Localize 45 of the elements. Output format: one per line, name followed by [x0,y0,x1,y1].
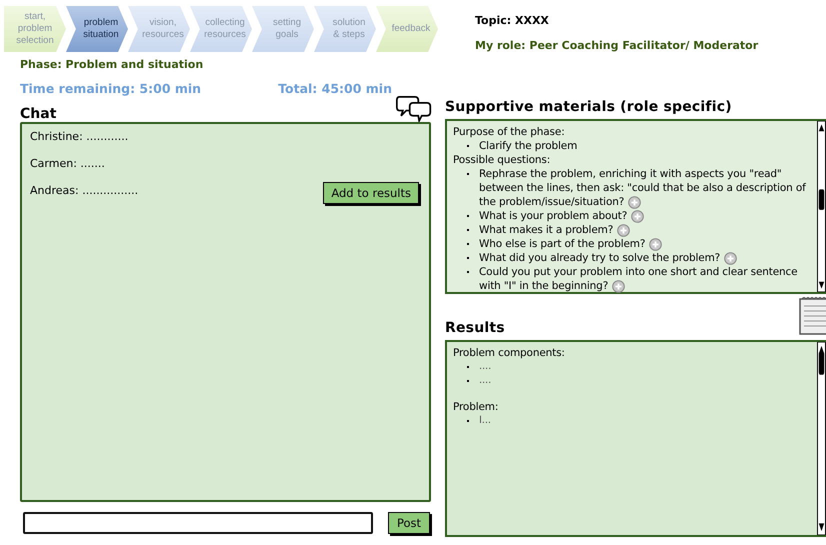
chat-message: Christine: ............ [30,130,128,143]
list-item: .... [479,360,492,374]
phase-step[interactable]: start, problem selection [4,6,66,52]
list-item: Clarify the problem [479,139,578,153]
scrollbar[interactable] [817,342,826,535]
list-item: What makes it a problem? [479,223,630,237]
list-item: .... [479,374,492,388]
phase-step[interactable]: feedback [376,6,438,52]
list-item: Who else is part of the problem? [479,237,662,251]
list-item: I... [479,414,491,428]
phase-step[interactable]: vision, resources [128,6,190,52]
section-heading: Possible questions: [453,153,552,167]
section-heading: Purpose of the phase: [453,125,566,139]
phase-step[interactable]: collecting resources [190,6,252,52]
phase-label: Phase: Problem and situation [20,58,204,71]
phase-step[interactable]: problem situation [66,6,128,52]
add-icon[interactable] [631,210,644,223]
phase-step[interactable]: solution & steps [314,6,376,52]
section-heading: Problem: [453,400,500,414]
list-item: Rephrase the problem, enriching it with aspects you "read" between the lines, then ask: "could that be also a description of the problem/issue/situation? [479,167,807,209]
add-icon[interactable] [612,280,626,293]
chat-heading: Chat [20,106,56,122]
list-item: What did you already try to solve the problem? [479,251,738,265]
add-icon[interactable] [617,224,630,237]
notepad-icon [798,296,826,336]
chat-message: Andreas: ................ [30,184,138,197]
section-heading: Problem components: [453,346,566,360]
speech-bubbles-icon [396,94,432,122]
add-icon[interactable] [649,238,662,251]
add-icon[interactable] [628,196,642,209]
results-heading: Results [445,320,505,336]
chat-message: Carmen: ....... [30,157,105,170]
time-remaining: Time remaining: 5:00 min [20,81,202,96]
list-item: What is your problem about? [479,209,644,223]
post-button[interactable]: Post [388,512,430,534]
add-icon[interactable] [724,252,738,265]
total-time: Total: 45:00 min [278,81,392,96]
phase-step[interactable]: setting goals [252,6,314,52]
role-label: My role: Peer Coaching Facilitator/ Moderator [475,39,760,52]
message-field[interactable] [23,512,373,534]
add-to-results-button[interactable]: Add to results [323,182,419,204]
list-item: Could you put your problem into one short and clear sentence with "I" in the beginning? [479,265,798,293]
materials-heading: Supportive materials (role specific) [445,99,732,115]
scrollbar[interactable] [817,121,826,292]
topic-label: Topic: XXXX [475,14,550,27]
